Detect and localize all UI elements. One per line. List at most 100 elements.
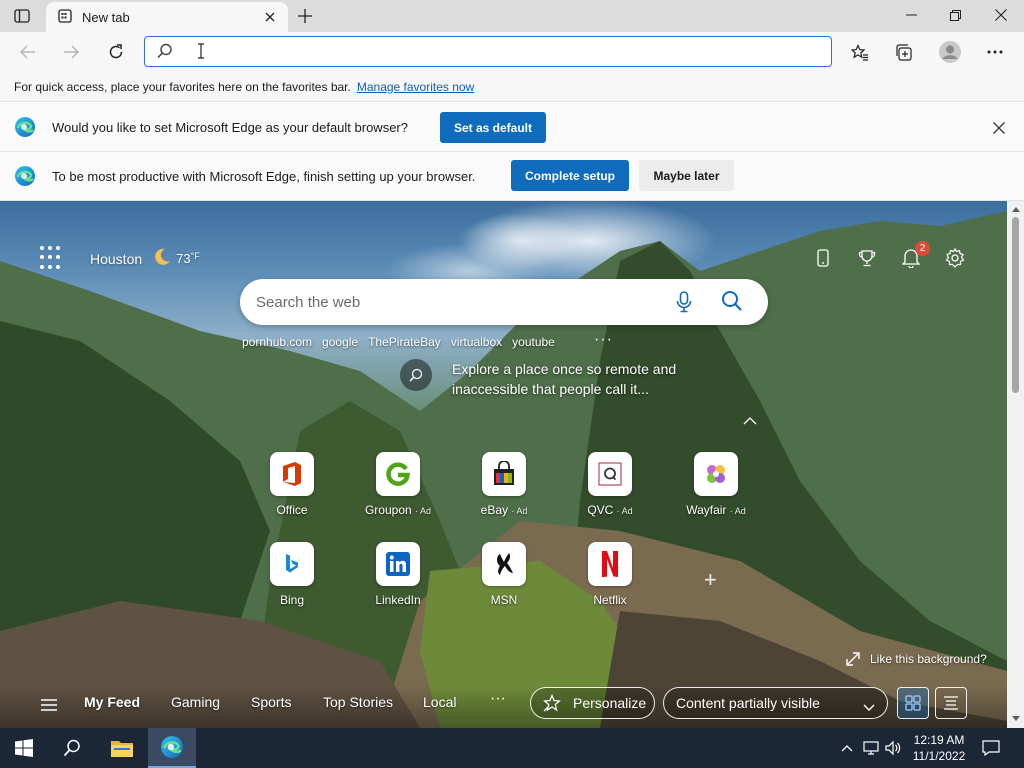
feed-tab-sports[interactable]: Sports xyxy=(251,694,291,710)
tile-label: MSN xyxy=(490,593,518,607)
grid-view-icon xyxy=(905,695,921,711)
refresh-button[interactable] xyxy=(102,38,130,66)
manage-favorites-link[interactable]: Manage favorites now xyxy=(357,80,474,94)
page-scrollbar[interactable] xyxy=(1007,201,1024,728)
scroll-down-icon[interactable] xyxy=(1011,714,1020,723)
quick-link-wayfair[interactable]: Wayfair · Ad xyxy=(671,452,761,517)
trending-item[interactable]: virtualbox xyxy=(451,335,502,349)
taskbar-search-button[interactable] xyxy=(48,728,96,768)
volume-icon[interactable] xyxy=(884,739,902,757)
explore-text: Explore a place once so remote and inacc… xyxy=(452,361,677,397)
edge-logo-icon xyxy=(14,116,36,141)
page-settings-gear-icon[interactable] xyxy=(940,243,970,273)
chevron-up-icon[interactable] xyxy=(838,739,856,757)
favorites-button[interactable] xyxy=(845,38,875,66)
trending-searches: pornhub.com google ThePirateBay virtualb… xyxy=(242,335,565,349)
phone-icon[interactable] xyxy=(808,243,838,273)
quick-link-bing[interactable]: Bing xyxy=(247,542,337,607)
network-icon[interactable] xyxy=(862,739,880,757)
favorites-bar: For quick access, place your favorites h… xyxy=(0,72,1024,102)
chevron-down-icon xyxy=(863,699,875,715)
settings-more-button[interactable] xyxy=(980,38,1010,66)
feed-tab-my-feed[interactable]: My Feed xyxy=(84,694,140,710)
qvc-icon xyxy=(588,452,632,496)
trending-item[interactable]: google xyxy=(322,335,358,349)
new-tab-button[interactable] xyxy=(292,4,318,28)
netflix-icon xyxy=(588,542,632,586)
quick-link-linkedin[interactable]: LinkedIn xyxy=(353,542,443,607)
microphone-icon[interactable] xyxy=(676,291,692,316)
content-visibility-label: Content partially visible xyxy=(676,695,820,711)
file-explorer-button[interactable] xyxy=(98,728,146,768)
edge-taskbar-button[interactable] xyxy=(148,728,196,768)
notification-badge: 2 xyxy=(915,241,930,256)
add-quick-link-button[interactable]: + xyxy=(704,567,717,593)
quick-link-qvc[interactable]: QVC · Ad xyxy=(565,452,655,517)
feed-tab-top-stories[interactable]: Top Stories xyxy=(323,694,393,710)
new-tab-page: Houston 73°F 2 pornhub.com google ThePir… xyxy=(0,201,1007,728)
quick-link-ebay[interactable]: eBay · Ad xyxy=(459,452,549,517)
quick-link-office[interactable]: Office xyxy=(247,452,337,517)
personalize-icon xyxy=(543,694,561,712)
favorites-bar-message: For quick access, place your favorites h… xyxy=(14,79,351,94)
content-visibility-dropdown[interactable]: Content partially visible xyxy=(663,687,888,719)
tile-label: LinkedIn xyxy=(375,593,421,607)
edge-logo-icon xyxy=(161,736,183,758)
apps-launcher-icon[interactable] xyxy=(40,246,64,270)
address-input[interactable] xyxy=(183,40,813,62)
clock-time: 12:19 AM xyxy=(913,733,965,747)
trending-item[interactable]: pornhub.com xyxy=(242,335,312,349)
notifications-bell-icon[interactable]: 2 xyxy=(896,241,930,273)
feed-navigation: My Feed Gaming Sports Top Stories Local … xyxy=(0,685,1007,728)
set-as-default-button[interactable]: Set as default xyxy=(440,112,546,143)
notifications-center-icon[interactable] xyxy=(982,739,1000,757)
feed-tab-local[interactable]: Local xyxy=(423,694,456,710)
maybe-later-button[interactable]: Maybe later xyxy=(639,160,734,191)
quick-link-groupon[interactable]: Groupon · Ad xyxy=(353,452,443,517)
background-info[interactable]: Explore a place once so remote and inacc… xyxy=(400,359,692,399)
restore-button[interactable] xyxy=(932,0,978,30)
tile-label: Wayfair xyxy=(686,503,727,517)
scrollbar-thumb[interactable] xyxy=(1012,217,1019,393)
close-window-button[interactable] xyxy=(978,0,1024,30)
minimize-button[interactable] xyxy=(888,0,934,30)
title-bar: New tab xyxy=(0,0,1024,32)
complete-setup-button[interactable]: Complete setup xyxy=(511,160,629,191)
taskbar-clock[interactable]: 12:19 AM 11/1/2022 xyxy=(904,732,974,764)
tab-actions-icon[interactable] xyxy=(10,6,34,26)
feed-more-button[interactable]: ··· xyxy=(490,690,506,708)
back-button[interactable] xyxy=(14,38,42,66)
quick-link-netflix[interactable]: Netflix xyxy=(565,542,655,607)
web-search-box[interactable] xyxy=(240,279,768,325)
forward-button[interactable] xyxy=(57,38,85,66)
feed-menu-icon[interactable] xyxy=(40,698,58,715)
trending-item[interactable]: youtube xyxy=(512,335,555,349)
address-bar[interactable] xyxy=(144,36,832,67)
chevron-up-icon[interactable] xyxy=(743,413,757,428)
scroll-up-icon[interactable] xyxy=(1011,205,1020,214)
feed-tab-gaming[interactable]: Gaming xyxy=(171,694,220,710)
weather-widget[interactable]: Houston 73°F xyxy=(90,247,200,270)
setup-infobar: To be most productive with Microsoft Edg… xyxy=(0,152,1024,201)
collections-button[interactable] xyxy=(889,38,919,66)
list-view-button[interactable] xyxy=(935,687,967,719)
quick-link-msn[interactable]: MSN xyxy=(459,542,549,607)
office-icon xyxy=(270,452,314,496)
tile-label: QVC xyxy=(587,503,614,517)
windows-logo-icon xyxy=(15,739,33,757)
trending-item[interactable]: ThePirateBay xyxy=(368,335,441,349)
tab-close-icon[interactable] xyxy=(258,5,282,29)
tab-new-tab[interactable]: New tab xyxy=(46,2,288,32)
trending-more-button[interactable]: ··· xyxy=(594,331,613,349)
start-button[interactable] xyxy=(0,728,48,768)
search-icon xyxy=(63,739,80,757)
close-infobar-icon[interactable] xyxy=(988,117,1010,139)
personalize-button[interactable]: Personalize xyxy=(530,687,655,719)
web-search-input[interactable] xyxy=(256,291,656,313)
grid-view-button[interactable] xyxy=(897,687,929,719)
profile-avatar[interactable] xyxy=(935,38,965,66)
wayfair-icon xyxy=(694,452,738,496)
rewards-trophy-icon[interactable] xyxy=(852,243,882,273)
search-submit-icon[interactable] xyxy=(721,290,743,315)
like-background-button[interactable]: Like this background? xyxy=(846,652,987,666)
